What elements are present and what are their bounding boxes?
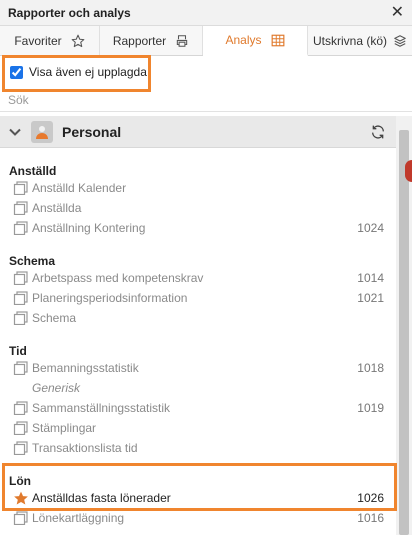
item-number: 1021 bbox=[357, 291, 384, 305]
generic-sublabel: Generisk bbox=[32, 381, 81, 395]
section-title-lon: Lön bbox=[9, 474, 31, 488]
copy-icon bbox=[13, 441, 28, 455]
list-item-favorite[interactable]: Anställdas fasta lönerader 1026 bbox=[0, 488, 396, 508]
copy-icon bbox=[13, 221, 28, 235]
refresh-icon[interactable] bbox=[370, 124, 386, 140]
tab-label: Utskrivna (kö) bbox=[312, 33, 387, 48]
list-item[interactable]: Bemanningsstatistik 1018 bbox=[0, 358, 396, 378]
item-number: 1019 bbox=[357, 401, 384, 415]
notification-tab[interactable] bbox=[405, 160, 412, 182]
show-unpublished-checkbox[interactable] bbox=[10, 65, 23, 79]
item-label: Arbetspass med kompetenskrav bbox=[32, 271, 204, 285]
item-label: Lönekartläggning bbox=[32, 511, 125, 525]
section-title-tid: Tid bbox=[9, 344, 27, 358]
item-label: Anställda bbox=[32, 201, 82, 215]
report-list: Personal Anställd Anställd Kalender Anst… bbox=[0, 116, 396, 535]
chevron-down-icon[interactable] bbox=[8, 125, 22, 139]
list-item[interactable]: Anställda bbox=[0, 198, 396, 218]
search-input[interactable] bbox=[8, 92, 388, 107]
list-item[interactable]: Anställd Kalender bbox=[0, 178, 396, 198]
item-label: Stämplingar bbox=[32, 421, 97, 435]
tab-rapporter[interactable]: Rapporter bbox=[100, 26, 203, 55]
list-item[interactable]: Stämplingar bbox=[0, 418, 396, 438]
list-item[interactable]: Schema bbox=[0, 308, 396, 328]
item-number: 1018 bbox=[357, 361, 384, 375]
copy-icon bbox=[13, 291, 28, 305]
list-item[interactable]: Transaktionslista tid bbox=[0, 438, 396, 458]
section-title-schema: Schema bbox=[9, 254, 56, 268]
item-label: Bemanningsstatistik bbox=[32, 361, 139, 375]
list-item[interactable]: Anställning Kontering 1024 bbox=[0, 218, 396, 238]
grid-icon bbox=[271, 34, 284, 46]
item-label: Anställd Kalender bbox=[32, 181, 127, 195]
tab-favoriter[interactable]: Favoriter bbox=[0, 26, 100, 55]
tab-utskrivna[interactable]: Utskrivna (kö) bbox=[308, 26, 412, 55]
scrollbar-thumb[interactable] bbox=[399, 130, 409, 535]
list-item[interactable]: Lönekartläggning 1016 bbox=[0, 508, 396, 528]
tab-label: Rapporter bbox=[112, 33, 167, 48]
title-bar: Rapporter och analys ✕ bbox=[0, 0, 412, 26]
copy-icon bbox=[13, 311, 28, 325]
tab-bar: Favoriter Rapporter Analys Utskrivna (kö… bbox=[0, 26, 412, 56]
list-item[interactable]: Sammanställningsstatistik 1019 bbox=[0, 398, 396, 418]
star-filled-icon bbox=[14, 491, 28, 505]
copy-icon bbox=[13, 401, 28, 415]
copy-icon bbox=[13, 421, 28, 435]
group-header-personal[interactable]: Personal bbox=[0, 116, 396, 148]
search-bar bbox=[0, 88, 412, 112]
copy-icon bbox=[13, 361, 28, 375]
item-label: Sammanställningsstatistik bbox=[32, 401, 171, 415]
copy-icon bbox=[13, 271, 28, 285]
copy-icon bbox=[13, 181, 28, 195]
stack-icon bbox=[394, 34, 406, 47]
list-item[interactable]: Planeringsperiodsinformation 1021 bbox=[0, 288, 396, 308]
show-unpublished-row: Visa även ej upplagda bbox=[0, 56, 412, 88]
item-number: 1026 bbox=[357, 491, 384, 505]
close-icon[interactable]: ✕ bbox=[391, 4, 404, 21]
item-number: 1024 bbox=[357, 221, 384, 235]
group-title: Personal bbox=[62, 123, 122, 140]
tab-analys[interactable]: Analys bbox=[203, 26, 308, 56]
person-icon bbox=[31, 120, 53, 143]
tab-label: Favoriter bbox=[14, 33, 62, 48]
tab-label: Analys bbox=[225, 33, 262, 47]
section-title-anstalld: Anställd bbox=[9, 164, 57, 178]
item-number: 1014 bbox=[357, 271, 384, 285]
item-label: Transaktionslista tid bbox=[32, 441, 138, 455]
item-label: Planeringsperiodsinformation bbox=[32, 291, 188, 305]
copy-icon bbox=[13, 511, 28, 525]
star-icon bbox=[71, 34, 85, 47]
list-item[interactable]: Arbetspass med kompetenskrav 1014 bbox=[0, 268, 396, 288]
item-label: Anställning Kontering bbox=[32, 221, 146, 235]
item-number: 1016 bbox=[357, 511, 384, 525]
item-label: Schema bbox=[32, 311, 77, 325]
show-unpublished-label: Visa även ej upplagda bbox=[29, 65, 147, 79]
item-label: Anställdas fasta lönerader bbox=[32, 491, 171, 505]
window-title: Rapporter och analys bbox=[8, 5, 131, 20]
printer-icon bbox=[176, 34, 188, 47]
copy-icon bbox=[13, 201, 28, 215]
